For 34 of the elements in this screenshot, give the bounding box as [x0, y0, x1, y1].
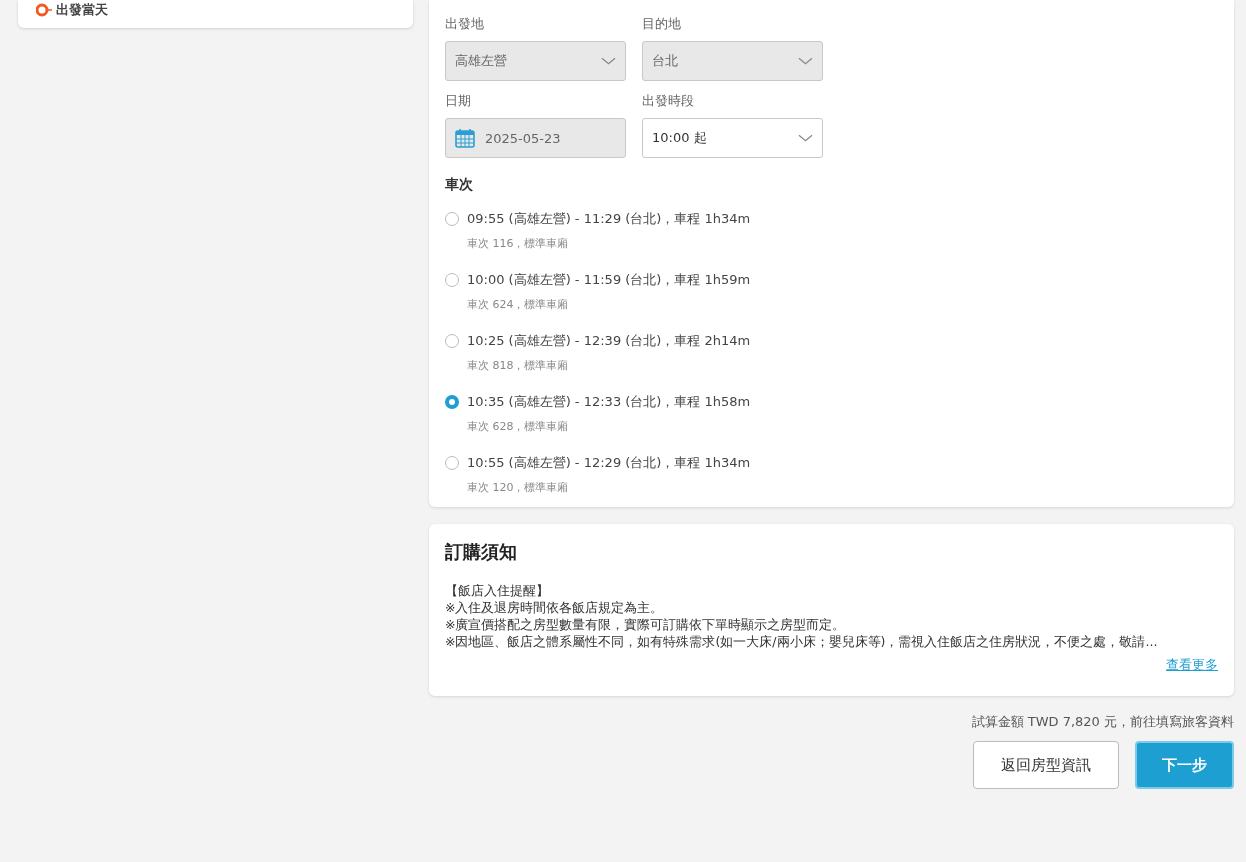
train-detail: 車次 818，標準車廂: [467, 359, 570, 373]
radio-button[interactable]: [445, 212, 459, 226]
train-option-label[interactable]: 10:25 (高雄左營) - 12:39 (台北)，車程 2h14m: [467, 332, 751, 350]
field-label: 出發地: [445, 16, 485, 32]
train-detail: 車次 116，標準車廂: [467, 237, 570, 251]
price-summary: 試算金額 TWD 7,820 元，前往填寫旅客資料: [970, 713, 1234, 731]
select-field[interactable]: 10:00 起: [642, 118, 823, 158]
chevron-down-icon: [601, 57, 616, 65]
train-detail: 車次 628，標準車廂: [467, 420, 570, 434]
notice-text: ※因地區、飯店之體系屬性不同，如有特殊需求(如一大床/兩小床；嬰兒床等)，需視入住飯店之住房狀況，不便之處，敬請...: [445, 633, 1159, 650]
field-label: 出發時段: [642, 93, 695, 109]
train-detail: 車次 120，標準車廂: [467, 481, 570, 495]
chevron-down-icon: [798, 57, 813, 65]
field-label: 日期: [445, 93, 472, 109]
back-button[interactable]: 返回房型資訊: [973, 741, 1119, 789]
radio-button[interactable]: [445, 273, 459, 287]
chevron-down-icon: [798, 134, 813, 142]
field-label: 目的地: [642, 16, 682, 32]
radio-button[interactable]: [445, 456, 459, 470]
train-option-label[interactable]: 10:35 (高雄左營) - 12:33 (台北)，車程 1h58m: [467, 393, 751, 411]
notice-text: 【飯店入住提醒】: [445, 582, 550, 599]
notice-title: 訂購須知: [445, 540, 518, 564]
train-option-label[interactable]: 10:55 (高雄左營) - 12:29 (台北)，車程 1h34m: [467, 454, 751, 472]
notice-text: ※入住及退房時間依各飯店規定為主。: [445, 599, 665, 616]
section-heading: 車次: [445, 176, 474, 194]
train-option-label[interactable]: 09:55 (高雄左營) - 11:29 (台北)，車程 1h34m: [467, 210, 751, 228]
notice-text: ※廣宣價搭配之房型數量有限，實際可訂購依下單時顯示之房型而定。: [445, 616, 847, 633]
timeline-node-icon: [36, 2, 52, 18]
radio-button[interactable]: [445, 334, 459, 348]
train-detail: 車次 624，標準車廂: [467, 298, 570, 312]
train-option-label[interactable]: 10:00 (高雄左營) - 11:59 (台北)，車程 1h59m: [467, 271, 751, 289]
calendar-icon: [455, 128, 475, 148]
radio-button[interactable]: [445, 395, 459, 409]
timeline-label: 出發當天: [56, 1, 108, 19]
